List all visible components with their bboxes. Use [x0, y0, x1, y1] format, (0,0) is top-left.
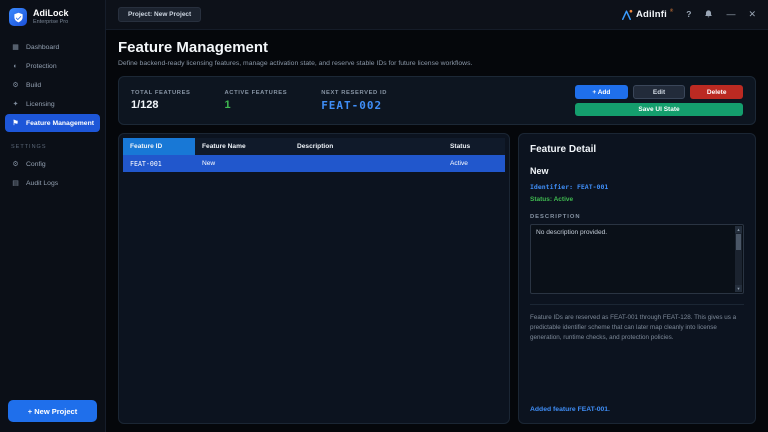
sidebar-item-label: Licensing [26, 101, 55, 108]
brand-name: AdiInfi [636, 9, 667, 20]
licensing-icon: ✦ [11, 100, 20, 108]
feature-table: Feature ID Feature Name Description Stat… [123, 138, 505, 172]
table-row[interactable]: FEAT-001 New Active [123, 155, 505, 172]
project-badge[interactable]: Project: New Project [118, 7, 201, 22]
sidebar-spacer [0, 192, 105, 400]
sidebar-item-label: Audit Logs [26, 180, 58, 187]
registered-mark: ® [670, 8, 673, 13]
status-message: Added feature FEAT-001. [530, 406, 744, 413]
scrollbar-track[interactable]: ▲ ▼ [735, 226, 742, 292]
identifier-value: FEAT-001 [577, 183, 608, 191]
scroll-down-icon[interactable]: ▼ [735, 285, 742, 292]
dashboard-icon: ▦ [11, 43, 20, 51]
cell-description [290, 155, 443, 172]
cell-feature-name: New [195, 155, 290, 172]
stat-next-reserved-id: NEXT RESERVED ID FEAT-002 [321, 90, 387, 112]
sidebar-item-label: Config [26, 161, 46, 168]
cell-status: Active [443, 155, 505, 172]
detail-status: Status: Active [530, 196, 744, 203]
sidebar-item-label: Build [26, 82, 41, 89]
app-window: AdiLock Enterprise Pro ▦ Dashboard ◐ Pro… [0, 0, 768, 432]
content-row: Feature ID Feature Name Description Stat… [118, 133, 756, 424]
stat-value-active: 1 [225, 99, 288, 111]
stat-total-features: TOTAL FEATURES 1/128 [131, 90, 191, 111]
sidebar-item-protection[interactable]: ◐ Protection [5, 57, 100, 75]
delete-button[interactable]: Delete [690, 85, 743, 99]
stat-label: NEXT RESERVED ID [321, 90, 387, 96]
sidebar-settings-nav: ⚙ Config ▤ Audit Logs [0, 155, 105, 192]
topbar-right: AdiInfi ® ? — ✕ [621, 9, 756, 21]
audit-logs-icon: ▤ [11, 179, 20, 187]
stats-bar: TOTAL FEATURES 1/128 ACTIVE FEATURES 1 N… [118, 76, 756, 125]
description-text: No description provided. [536, 229, 607, 236]
detail-feature-name: New [530, 166, 744, 176]
sidebar-item-label: Feature Management [26, 120, 94, 127]
help-icon[interactable]: ? [686, 10, 691, 19]
add-button[interactable]: + Add [575, 85, 628, 99]
app-title-block: AdiLock Enterprise Pro [33, 9, 69, 26]
cell-feature-id: FEAT-001 [123, 155, 195, 172]
page-title: Feature Management [118, 39, 756, 56]
brand-mark-icon [621, 9, 633, 21]
sidebar: AdiLock Enterprise Pro ▦ Dashboard ◐ Pro… [0, 0, 106, 432]
feature-table-panel: Feature ID Feature Name Description Stat… [118, 133, 510, 424]
settings-section-label: SETTINGS [0, 132, 105, 155]
page-subtitle: Define backend-ready licensing features,… [118, 60, 756, 67]
brand-logo: AdiInfi ® [621, 9, 673, 21]
detail-note: Feature IDs are reserved as FEAT-001 thr… [530, 304, 744, 343]
protection-icon: ◐ [11, 63, 20, 70]
app-title: AdiLock [33, 9, 69, 19]
shield-logo-icon [9, 8, 27, 26]
edit-button[interactable]: Edit [633, 85, 686, 99]
feature-actions: + Add Edit Delete Save UI State [575, 85, 743, 116]
identifier-label: Identifier: [530, 183, 573, 191]
detail-title: Feature Detail [530, 144, 744, 155]
status-value: Active [554, 196, 574, 203]
column-header-feature-id[interactable]: Feature ID [123, 138, 195, 155]
column-header-feature-name[interactable]: Feature Name [195, 138, 290, 155]
status-label: Status: [530, 196, 552, 203]
detail-identifier: Identifier: FEAT-001 [530, 183, 744, 191]
sidebar-item-config[interactable]: ⚙ Config [5, 155, 100, 173]
feature-detail-panel: Feature Detail New Identifier: FEAT-001 … [518, 133, 756, 424]
sidebar-item-label: Protection [26, 63, 57, 70]
topbar: Project: New Project AdiInfi ® ? — ✕ [106, 0, 768, 30]
scroll-up-icon[interactable]: ▲ [735, 226, 742, 233]
minimize-icon[interactable]: — [726, 10, 735, 19]
sidebar-item-feature-management[interactable]: ⚑ Feature Management [5, 114, 100, 132]
sidebar-item-label: Dashboard [26, 44, 59, 51]
stat-active-features: ACTIVE FEATURES 1 [225, 90, 288, 111]
sidebar-item-build[interactable]: ⚙ Build [5, 76, 100, 94]
stat-value-next-id: FEAT-002 [321, 99, 387, 112]
config-icon: ⚙ [11, 160, 20, 168]
new-project-button[interactable]: + New Project [8, 400, 97, 422]
stat-label: ACTIVE FEATURES [225, 90, 288, 96]
build-icon: ⚙ [11, 81, 20, 89]
scrollbar-thumb[interactable] [736, 234, 741, 250]
page-content: Feature Management Define backend-ready … [106, 30, 768, 432]
close-icon[interactable]: ✕ [748, 10, 756, 19]
description-textarea[interactable]: No description provided. ▲ ▼ [530, 224, 744, 294]
description-label: DESCRIPTION [530, 214, 744, 220]
bell-icon[interactable] [704, 9, 713, 21]
main-column: Project: New Project AdiInfi ® ? — ✕ [106, 0, 768, 432]
app-subtitle: Enterprise Pro [33, 19, 69, 25]
sidebar-item-dashboard[interactable]: ▦ Dashboard [5, 38, 100, 56]
action-button-row: + Add Edit Delete [575, 85, 743, 99]
feature-management-icon: ⚑ [11, 119, 20, 127]
sidebar-nav: ▦ Dashboard ◐ Protection ⚙ Build ✦ Licen… [0, 38, 105, 132]
stat-label: TOTAL FEATURES [131, 90, 191, 96]
stat-value-total: 1/128 [131, 99, 191, 111]
table-header-row: Feature ID Feature Name Description Stat… [123, 138, 505, 155]
sidebar-item-audit-logs[interactable]: ▤ Audit Logs [5, 174, 100, 192]
column-header-status[interactable]: Status [443, 138, 505, 155]
sidebar-item-licensing[interactable]: ✦ Licensing [5, 95, 100, 113]
app-logo: AdiLock Enterprise Pro [0, 0, 105, 38]
save-ui-state-button[interactable]: Save UI State [575, 103, 743, 116]
column-header-description[interactable]: Description [290, 138, 443, 155]
